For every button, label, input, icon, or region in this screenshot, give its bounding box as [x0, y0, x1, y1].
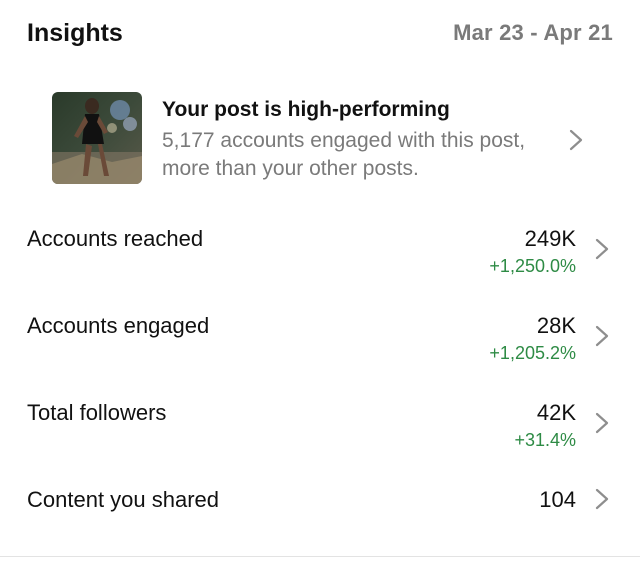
- metric-label: Accounts reached: [27, 226, 204, 251]
- metric-label: Content you shared: [27, 487, 220, 512]
- high-performing-post-card[interactable]: Your post is high-performing 5,177 accou…: [0, 82, 640, 192]
- metric-change: +1,250.0%: [489, 256, 576, 276]
- metric-row-accounts-engaged[interactable]: Accounts engaged 28K +1,205.2%: [0, 299, 640, 371]
- insights-header: Insights Mar 23 - Apr 21: [0, 0, 640, 70]
- post-card-description: 5,177 accounts engaged with this post, m…: [162, 129, 526, 180]
- metric-row-accounts-reached[interactable]: Accounts reached 249K +1,250.0%: [0, 212, 640, 284]
- metric-value: 42K: [536, 400, 576, 425]
- metric-row-content-you-shared[interactable]: Content you shared 104: [0, 473, 640, 545]
- chevron-right-icon[interactable]: [592, 324, 612, 348]
- metric-label: Accounts engaged: [27, 313, 210, 338]
- chevron-right-icon[interactable]: [592, 487, 612, 511]
- bottom-divider: [0, 556, 640, 557]
- page-title: Insights: [27, 19, 123, 47]
- metric-change: +1,205.2%: [489, 343, 576, 363]
- metric-row-total-followers[interactable]: Total followers 42K +31.4%: [0, 386, 640, 458]
- date-range[interactable]: Mar 23 - Apr 21: [453, 20, 613, 46]
- metric-label: Total followers: [27, 400, 167, 425]
- post-card-title: Your post is high-performing: [162, 98, 450, 121]
- metric-change: +31.4%: [514, 430, 576, 450]
- metric-value: 249K: [524, 226, 576, 251]
- chevron-right-icon[interactable]: [592, 237, 612, 261]
- post-thumbnail[interactable]: [52, 92, 142, 184]
- chevron-right-icon[interactable]: [566, 128, 586, 152]
- metric-value: 104: [539, 487, 576, 512]
- chevron-right-icon[interactable]: [592, 411, 612, 435]
- metric-value: 28K: [536, 313, 576, 338]
